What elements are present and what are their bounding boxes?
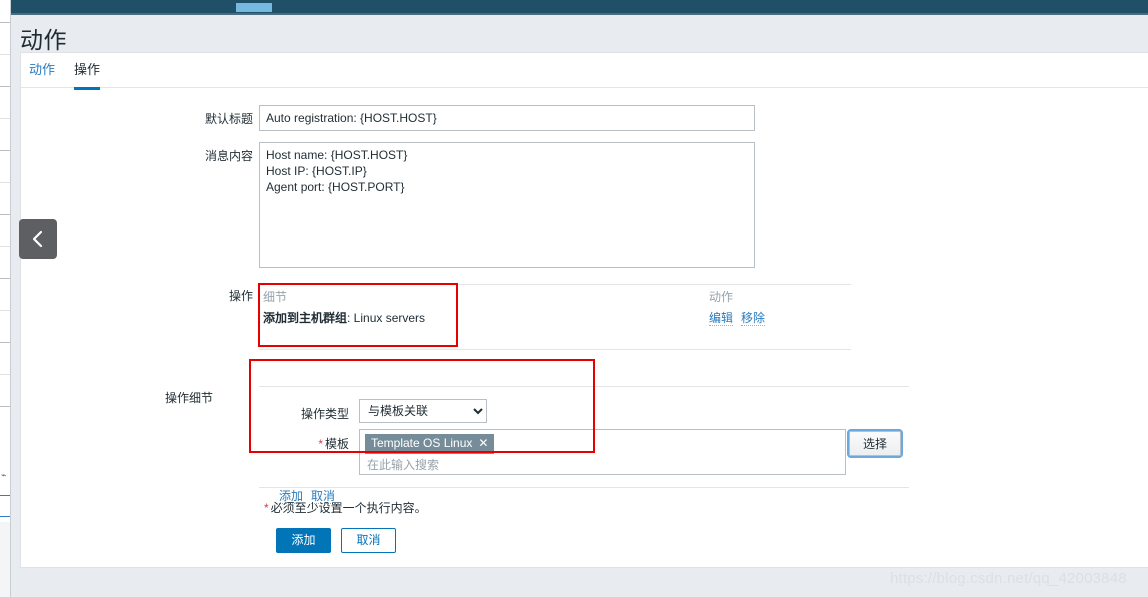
template-chip[interactable]: Template OS Linux ✕ — [365, 434, 495, 454]
sliver-rule — [0, 22, 10, 23]
sliver-rule — [0, 182, 10, 183]
required-marker: * — [318, 437, 323, 451]
template-row: * 模板 Template OS Linux ✕ 在此输入搜索 选择 — [259, 429, 909, 477]
operation-type-row: 操作类型 与模板关联 — [259, 399, 909, 429]
column-header-details: 细节 — [263, 290, 288, 304]
sliver-active-rule — [0, 516, 10, 517]
sliver-rule — [0, 374, 10, 375]
template-multiselect[interactable]: Template OS Linux ✕ 在此输入搜索 — [359, 429, 846, 475]
page-header: 动作 — [11, 15, 1148, 53]
operation-type-label: 操作类型 — [300, 407, 349, 421]
cancel-button[interactable]: 取消 — [341, 528, 396, 553]
operation-details-panel: 操作类型 与模板关联 * 模板 Template OS Linux ✕ 在此输入搜索… — [259, 386, 909, 504]
operation-type-select[interactable]: 与模板关联 — [359, 399, 487, 423]
footnote-text: 必须至少设置一个执行内容。 — [270, 501, 427, 515]
template-chip-text: Template OS Linux — [371, 436, 473, 450]
chevron-left-icon — [32, 230, 43, 248]
required-footnote: * 必须至少设置一个执行内容。 — [264, 499, 427, 516]
page-title: 动作 — [20, 27, 67, 53]
default-subject-input[interactable] — [259, 105, 755, 131]
tab-action[interactable]: 动作 — [29, 61, 55, 87]
operation-details-label: 操作细节 — [164, 391, 213, 405]
form-footer-buttons: 添加 取消 — [276, 528, 396, 553]
browser-sidebar-sliver: ⌁ — [0, 0, 11, 597]
operation-details-value: : Linux servers — [347, 311, 426, 325]
operations-table-header: 细节 动作 — [259, 285, 851, 307]
operation-details-type: 添加到主机群组 — [263, 311, 348, 325]
sidebar-collapse-toggle[interactable] — [19, 219, 57, 259]
sliver-rule — [0, 150, 10, 151]
operations-label: 操作 — [228, 289, 253, 303]
operations-table: 细节 动作 添加到主机群组: Linux servers 编辑 移除 — [259, 284, 851, 350]
submit-add-button[interactable]: 添加 — [276, 528, 331, 553]
sliver-active-rule — [0, 495, 10, 496]
sliver-rule — [0, 310, 10, 311]
sliver-rule — [0, 246, 10, 247]
template-label: * 模板 — [259, 435, 349, 452]
sliver-rule — [0, 118, 10, 119]
message-body-textarea[interactable]: Host name: {HOST.HOST} Host IP: {HOST.IP… — [259, 142, 755, 268]
main-content-card: 动作 操作 默认标题 消息内容 Host name: {HOST.HOST} H… — [20, 52, 1148, 568]
app-top-bar — [11, 0, 1148, 13]
sliver-rule — [0, 214, 10, 215]
default-subject-label: 默认标题 — [204, 112, 253, 126]
sliver-rule — [0, 278, 10, 279]
footnote-marker: * — [264, 501, 269, 515]
select-template-button[interactable]: 选择 — [847, 429, 903, 458]
sliver-rule — [0, 86, 10, 87]
sliver-shade — [0, 522, 10, 597]
template-label-text: 模板 — [324, 437, 349, 451]
template-search-placeholder: 在此输入搜索 — [367, 458, 440, 472]
sliver-rule — [0, 342, 10, 343]
column-header-action: 动作 — [709, 290, 734, 304]
tab-bar: 动作 操作 — [21, 53, 1148, 90]
operation-actions-cell: 编辑 移除 — [709, 309, 766, 326]
chip-remove-icon[interactable]: ✕ — [478, 436, 488, 450]
message-body-label: 消息内容 — [204, 149, 253, 163]
remove-operation-link[interactable]: 移除 — [741, 311, 766, 326]
edit-operation-link[interactable]: 编辑 — [709, 311, 734, 326]
watermark-text: https://blog.csdn.net/qq_42003848 — [890, 570, 1127, 587]
tab-operations[interactable]: 操作 — [74, 61, 101, 90]
table-row: 添加到主机群组: Linux servers 编辑 移除 — [259, 307, 851, 349]
sliver-rule — [0, 54, 10, 55]
sliver-glyph-icon: ⌁ — [1, 470, 7, 480]
top-bar-active-indicator — [236, 3, 272, 12]
operation-details-cell: 添加到主机群组: Linux servers — [263, 309, 425, 326]
sliver-rule — [0, 406, 10, 407]
